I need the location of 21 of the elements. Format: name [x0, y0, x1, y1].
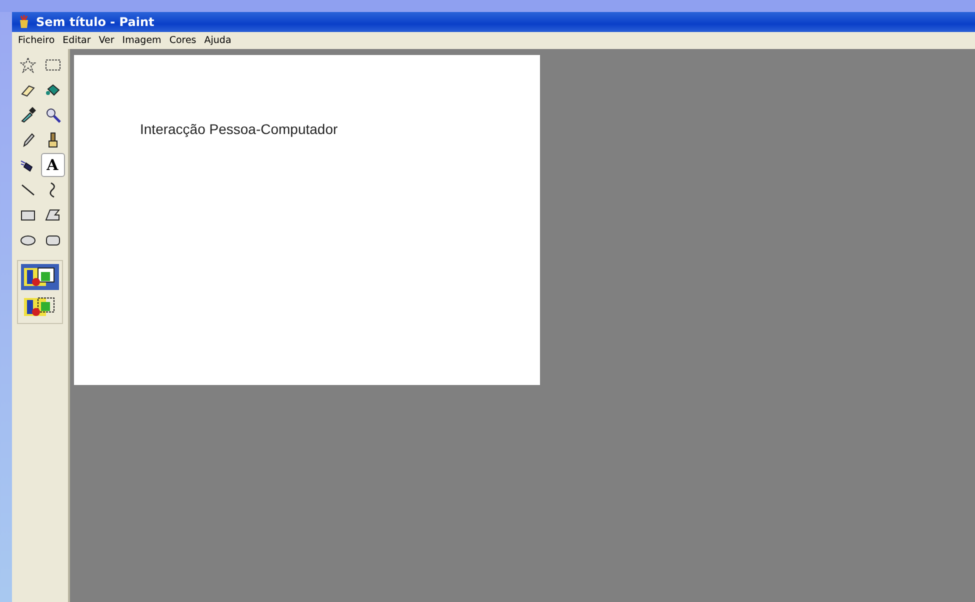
menu-item[interactable]: Editar	[58, 35, 95, 46]
select-icon	[44, 57, 60, 73]
star-select-icon	[20, 57, 36, 73]
canvas[interactable]: Interacção Pessoa-Computador	[74, 55, 540, 385]
text-tool[interactable]: A	[40, 153, 64, 177]
eyedropper-icon	[20, 107, 36, 123]
background-option[interactable]	[21, 264, 59, 290]
menu-item[interactable]: Ficheiro	[14, 35, 59, 46]
canvas-text: Interacção Pessoa-Computador	[140, 121, 338, 137]
window-title: Sem título - Paint	[36, 15, 154, 29]
transparent-background-icon	[24, 296, 56, 318]
menu-item[interactable]: Ajuda	[200, 35, 236, 46]
paint-cup-icon	[18, 15, 30, 29]
paint-bucket-icon	[44, 82, 60, 98]
menu-item[interactable]: Imagem	[118, 35, 166, 46]
menu-item[interactable]: Ver	[94, 35, 118, 46]
opaque-background-icon	[24, 266, 56, 288]
line-icon	[20, 182, 36, 198]
polygon-icon	[44, 207, 60, 223]
magnifier-icon	[44, 107, 60, 123]
menu-item[interactable]: Cores	[165, 35, 200, 46]
